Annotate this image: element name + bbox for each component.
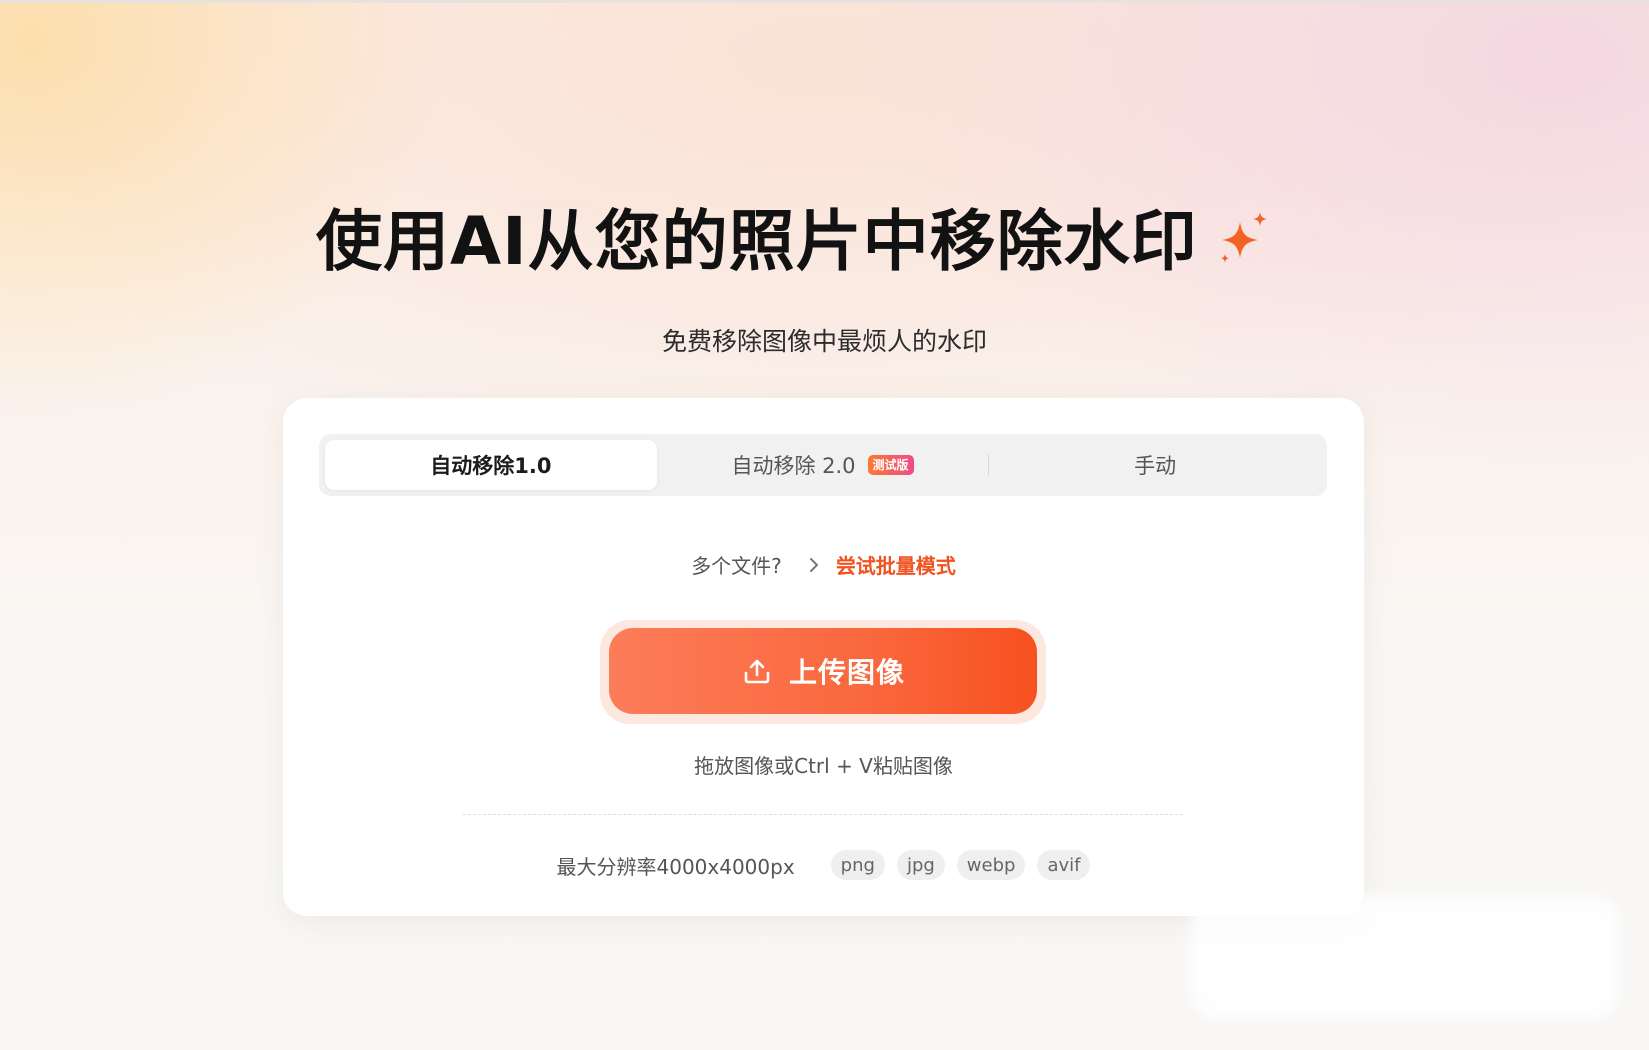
top-border — [0, 0, 1649, 3]
page-subtitle: 免费移除图像中最烦人的水印 — [661, 327, 987, 356]
beta-badge: 测试版 — [867, 455, 914, 475]
format-chip-webp: webp — [956, 850, 1026, 880]
format-chip-png: png — [830, 850, 885, 880]
tab-auto-remove-2[interactable]: 自动移除 2.0 测试版 — [657, 440, 989, 490]
tab-auto-remove-1[interactable]: 自动移除1.0 — [325, 440, 657, 490]
upload-button-halo: 上传图像 — [600, 620, 1046, 724]
dashed-divider — [463, 814, 1183, 815]
sparkle-icon — [1220, 212, 1267, 263]
tab-label: 自动移除 2.0 — [731, 454, 856, 478]
upload-icon — [744, 659, 770, 684]
mode-tabs: 自动移除1.0 自动移除 2.0 测试版 手动 — [319, 434, 1327, 496]
format-chip-avif: avif — [1037, 850, 1091, 880]
chevron-right-icon — [809, 557, 818, 572]
format-chip-jpg: jpg — [896, 850, 945, 880]
batch-mode-link[interactable]: 尝试批量模式 — [836, 550, 956, 579]
batch-mode-row: 多个文件? 尝试批量模式 — [283, 550, 1364, 579]
upload-button-label: 上传图像 — [788, 656, 905, 689]
upload-image-button[interactable]: 上传图像 — [609, 628, 1037, 714]
blurred-region — [1190, 895, 1620, 1020]
tab-manual[interactable]: 手动 — [989, 440, 1321, 490]
tab-label: 手动 — [1134, 454, 1177, 478]
upload-card: 自动移除1.0 自动移除 2.0 测试版 手动 多个文件? 尝试批量模式 上传图… — [283, 398, 1364, 916]
drop-paste-hint: 拖放图像或Ctrl + V粘贴图像 — [694, 754, 953, 778]
tab-label: 自动移除1.0 — [430, 454, 552, 478]
hero-title-row: 使用AI从您的照片中移除水印 — [316, 196, 1272, 288]
multiple-files-question: 多个文件? — [691, 554, 782, 578]
max-resolution-text: 最大分辨率4000x4000px — [556, 854, 795, 879]
format-info-row: 最大分辨率4000x4000px png jpg webp avif — [283, 850, 1364, 880]
page-title: 使用AI从您的照片中移除水印 — [316, 203, 1198, 280]
